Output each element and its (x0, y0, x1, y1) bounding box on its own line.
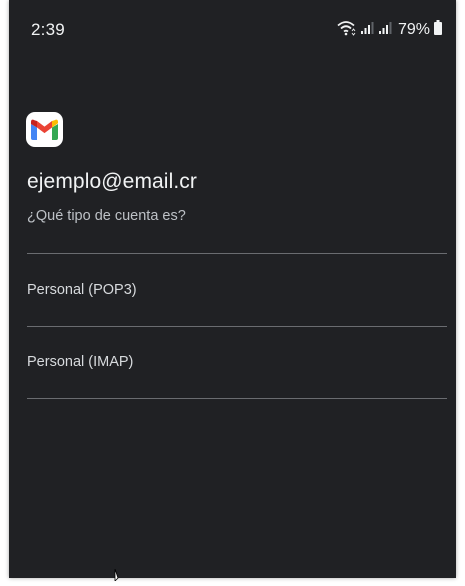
signal-icon (378, 21, 392, 40)
gmail-icon (31, 119, 58, 140)
status-bar: 2:39 79% (9, 0, 456, 56)
battery-icon (434, 20, 442, 40)
battery-percent: 79% (397, 21, 430, 38)
status-icons: 79% (336, 20, 442, 40)
app-frame: 2:39 79% ejemplo@email.cr ¿Qué tipo de c… (0, 0, 465, 582)
account-type-question: ¿Qué tipo de cuenta es? (27, 208, 186, 224)
gmail-logo (26, 112, 63, 147)
divider (27, 398, 447, 399)
signal-icon (360, 21, 374, 40)
phone-screen: 2:39 79% ejemplo@email.cr ¿Qué tipo de c… (9, 0, 456, 578)
option-personal-pop3[interactable]: Personal (POP3) (27, 254, 447, 326)
mouse-pointer-icon (114, 568, 128, 582)
status-time: 2:39 (31, 20, 65, 39)
option-label: Personal (IMAP) (27, 354, 134, 370)
account-email: ejemplo@email.cr (27, 170, 197, 193)
option-personal-imap[interactable]: Personal (IMAP) (27, 327, 447, 399)
option-label: Personal (POP3) (27, 282, 137, 298)
wifi-icon (336, 20, 356, 41)
